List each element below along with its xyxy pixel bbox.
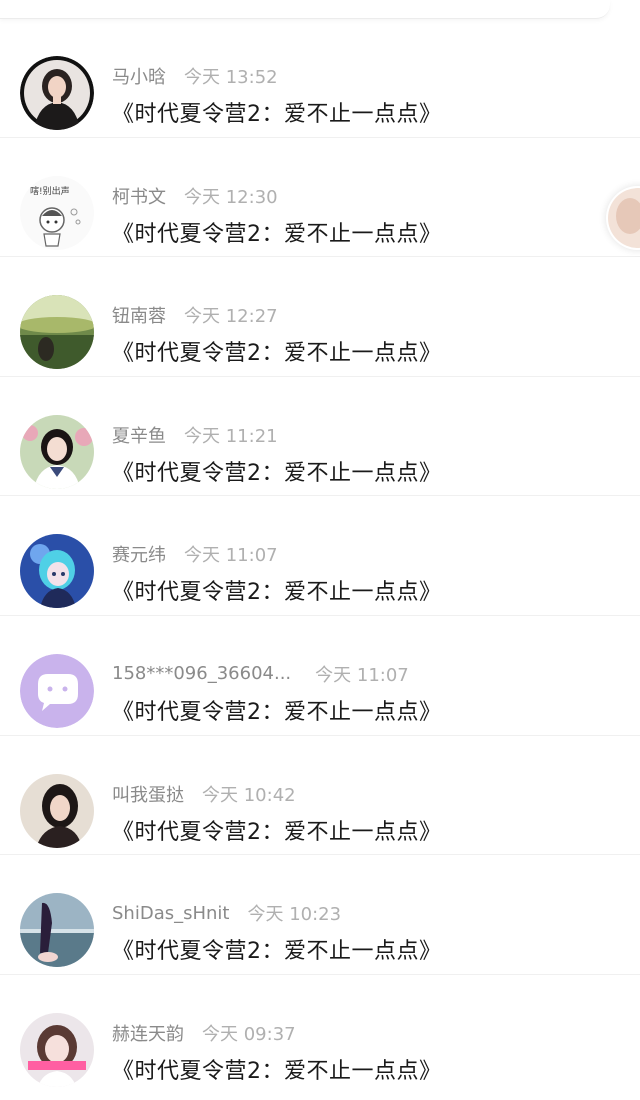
- message-text: 《时代夏令营2：爱不止一点点》: [112, 460, 442, 486]
- message-meta: 叫我蛋挞 今天 10:42: [112, 782, 296, 806]
- message-text: 《时代夏令营2：爱不止一点点》: [112, 102, 442, 127]
- avatar[interactable]: [20, 534, 94, 609]
- message-meta: 夏辛鱼 今天 11:21: [112, 423, 278, 447]
- timestamp: 今天 11:07: [184, 545, 278, 567]
- list-item[interactable]: 赫连天韵 今天 09:37 《时代夏令营2：爱不止一点点》: [0, 975, 640, 1095]
- timestamp: 今天 10:42: [202, 784, 296, 806]
- chat-bubble-icon: [20, 653, 94, 728]
- timestamp: 今天 12:27: [184, 306, 278, 328]
- user-name[interactable]: 赫连天韵: [112, 1020, 184, 1046]
- user-name[interactable]: ShiDas_sHnit: [112, 903, 229, 924]
- user-name[interactable]: 赛元纬: [112, 541, 166, 567]
- svg-text:嗐!别出声: 嗐!别出声: [30, 185, 70, 197]
- timestamp: 今天 09:37: [202, 1023, 296, 1045]
- message-text: 《时代夏令营2：爱不止一点点》: [112, 221, 442, 247]
- list-item[interactable]: 赛元纬 今天 11:07 《时代夏令营2：爱不止一点点》: [0, 496, 640, 616]
- avatar[interactable]: [20, 56, 94, 130]
- user-name[interactable]: 钮南蓉: [112, 302, 166, 328]
- timestamp: 今天 11:21: [184, 425, 278, 447]
- timestamp: 今天 11:07: [315, 664, 409, 686]
- user-name[interactable]: 叫我蛋挞: [112, 781, 184, 807]
- message-text: 《时代夏令营2：爱不止一点点》: [112, 699, 442, 725]
- avatar[interactable]: [20, 1012, 94, 1087]
- list-item[interactable]: 钮南蓉 今天 12:27 《时代夏令营2：爱不止一点点》: [0, 257, 640, 377]
- message-meta: 158***096_36604... 今天 11:07: [112, 662, 409, 686]
- message-text: 《时代夏令营2：爱不止一点点》: [112, 1058, 442, 1084]
- avatar[interactable]: [20, 414, 94, 489]
- list-item[interactable]: 嗐!别出声 柯书文 今天 12:30 《时代夏令营2：爱不止一点点》: [0, 138, 640, 258]
- list-item[interactable]: 158***096_36604... 今天 11:07 《时代夏令营2：爱不止一…: [0, 616, 640, 736]
- message-meta: 柯书文 今天 12:30: [112, 184, 278, 208]
- user-name[interactable]: 夏辛鱼: [112, 422, 166, 448]
- message-meta: 赛元纬 今天 11:07: [112, 542, 278, 566]
- list-item[interactable]: 夏辛鱼 今天 11:21 《时代夏令营2：爱不止一点点》: [0, 377, 640, 497]
- avatar[interactable]: 嗐!别出声: [20, 175, 94, 250]
- message-text: 《时代夏令营2：爱不止一点点》: [112, 341, 442, 367]
- list-item[interactable]: 马小晗 今天 13:52 《时代夏令营2：爱不止一点点》: [0, 18, 640, 138]
- message-meta: 钮南蓉 今天 12:27: [112, 303, 278, 327]
- timestamp: 今天 10:23: [247, 904, 342, 926]
- user-name[interactable]: 马小晗: [112, 63, 166, 89]
- message-text: 《时代夏令营2：爱不止一点点》: [112, 939, 442, 965]
- avatar[interactable]: [20, 893, 94, 968]
- list-item[interactable]: ShiDas_sHnit 今天 10:23 《时代夏令营2：爱不止一点点》: [0, 855, 640, 975]
- user-name[interactable]: 柯书文: [112, 183, 166, 209]
- user-name[interactable]: 158***096_36604...: [112, 663, 291, 684]
- message-meta: ShiDas_sHnit 今天 10:23: [112, 901, 342, 926]
- message-meta: 赫连天韵 今天 09:37: [112, 1021, 296, 1045]
- timestamp: 今天 12:30: [184, 186, 278, 208]
- timestamp: 今天 13:52: [184, 67, 278, 88]
- avatar[interactable]: [20, 295, 94, 370]
- message-text: 《时代夏令营2：爱不止一点点》: [112, 819, 442, 845]
- avatar[interactable]: [20, 653, 94, 728]
- list-item[interactable]: 叫我蛋挞 今天 10:42 《时代夏令营2：爱不止一点点》: [0, 736, 640, 856]
- message-list: 马小晗 今天 13:52 《时代夏令营2：爱不止一点点》 嗐!别出声 柯书文 今…: [0, 18, 640, 1094]
- top-panel: [0, 0, 610, 19]
- avatar[interactable]: [20, 773, 94, 848]
- message-meta: 马小晗 今天 13:52: [112, 64, 278, 88]
- message-text: 《时代夏令营2：爱不止一点点》: [112, 580, 442, 606]
